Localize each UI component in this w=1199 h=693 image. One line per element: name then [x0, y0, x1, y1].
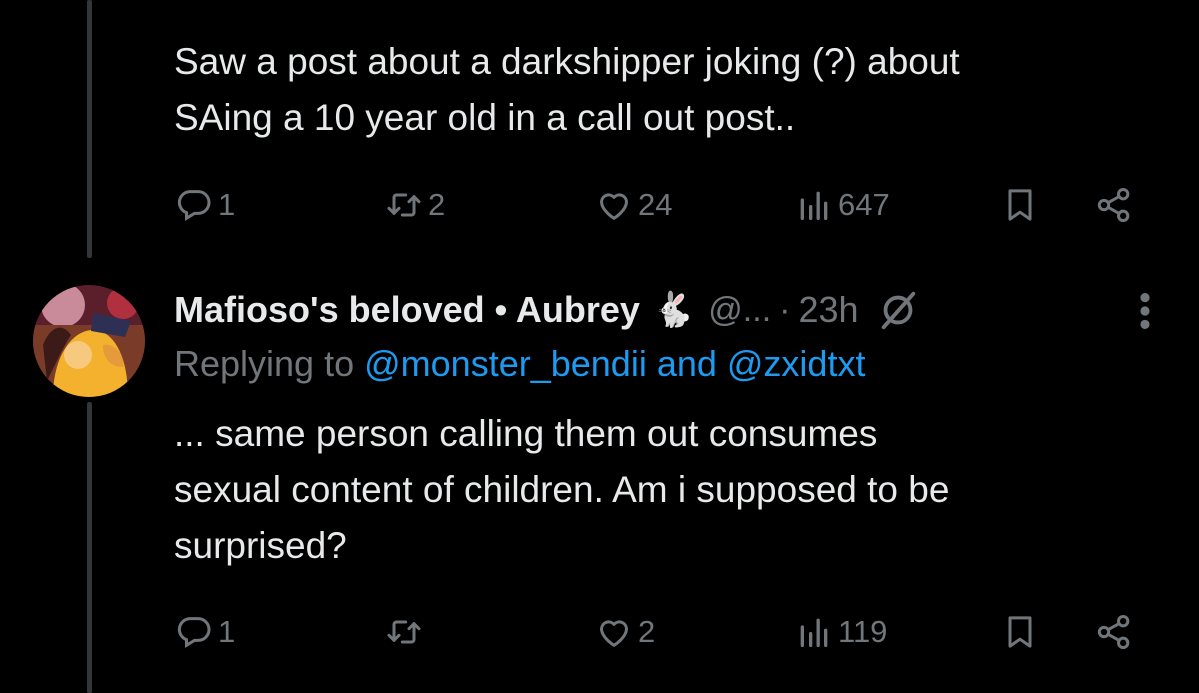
retweet-button[interactable]: 2 [384, 181, 445, 229]
share-button[interactable] [1094, 181, 1134, 229]
views-button[interactable]: 119 [794, 608, 887, 656]
share-icon [1097, 615, 1130, 649]
avatar[interactable] [33, 285, 145, 397]
views-count: 119 [838, 614, 888, 649]
retweet-count: 2 [428, 187, 446, 222]
heart-icon [600, 193, 628, 220]
reply-count: 1 [218, 614, 236, 649]
reply-tweet-actions: 1 2 119 [174, 608, 1144, 656]
replying-prefix: Replying to [174, 343, 355, 384]
views-icon [800, 191, 828, 220]
like-button[interactable]: 24 [594, 181, 672, 229]
retweet-icon [387, 620, 421, 644]
tweet-actions: 1 2 24 647 [174, 181, 1144, 229]
replying-mentions-link[interactable]: @monster_bendii and @zxidtxt [364, 343, 865, 384]
muted-icon [881, 291, 915, 330]
views-icon [800, 618, 828, 647]
rabbit-emoji: 🐇 [651, 291, 695, 329]
reply-icon [177, 190, 211, 222]
tweet-header: Mafioso's beloved • Aubrey 🐇 @... · 23h [174, 282, 921, 338]
author-handle[interactable]: @... [708, 291, 771, 330]
thread-line-bottom [87, 402, 92, 693]
heart-icon [600, 620, 628, 647]
bookmark-button[interactable] [1000, 608, 1040, 656]
retweet-icon [387, 193, 421, 217]
like-button[interactable]: 2 [594, 608, 655, 656]
reply-button[interactable]: 1 [174, 181, 235, 229]
author-name[interactable]: Mafioso's beloved • Aubrey [174, 289, 640, 331]
views-count: 647 [838, 187, 890, 222]
share-icon [1097, 188, 1130, 222]
reply-tweet-text: ... same person calling them out consume… [174, 413, 950, 566]
retweet-button[interactable] [384, 608, 428, 656]
reply-icon [177, 617, 211, 649]
like-count: 24 [638, 187, 673, 222]
views-button[interactable]: 647 [794, 181, 890, 229]
bookmark-icon [1008, 616, 1032, 648]
separator-dot: · [779, 290, 791, 329]
like-count: 2 [638, 614, 656, 649]
tweet-time[interactable]: 23h [798, 289, 858, 331]
thread-line-top [87, 0, 92, 258]
reply-button[interactable]: 1 [174, 608, 235, 656]
share-button[interactable] [1094, 608, 1134, 656]
replying-to: Replying to @monster_bendii and @zxidtxt [174, 338, 865, 390]
reply-count: 1 [218, 187, 236, 222]
more-icon[interactable] [1130, 288, 1160, 334]
bookmark-icon [1008, 189, 1032, 221]
tweet-text: Saw a post about a darkshipper joking (?… [174, 41, 960, 138]
bookmark-button[interactable] [1000, 181, 1040, 229]
